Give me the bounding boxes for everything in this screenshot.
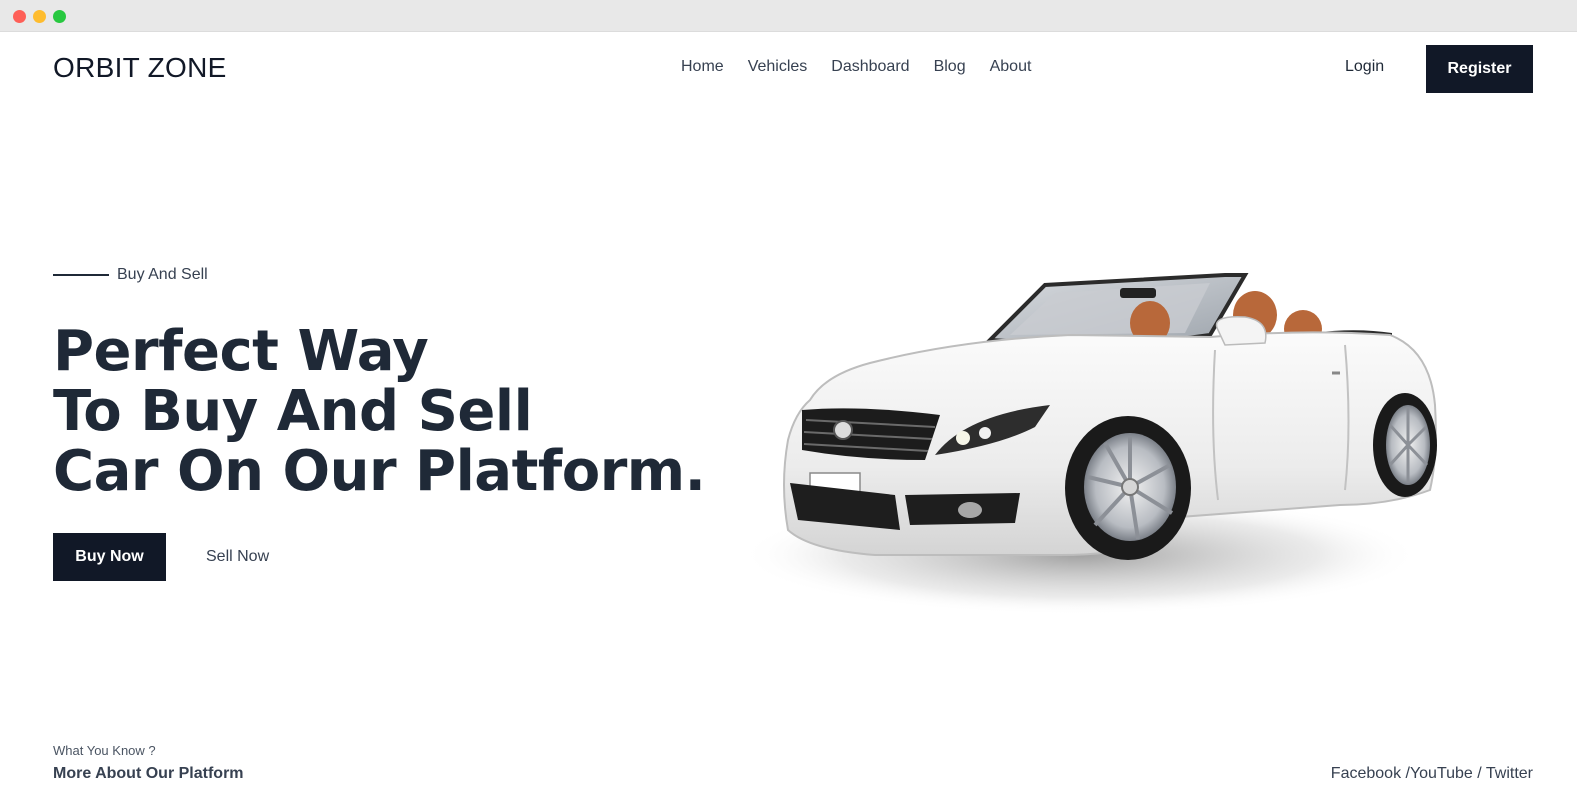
front-grille bbox=[802, 408, 940, 460]
minimize-window-icon[interactable] bbox=[33, 10, 46, 23]
nav-vehicles[interactable]: Vehicles bbox=[748, 58, 808, 76]
youtube-link[interactable]: YouTube bbox=[1410, 765, 1473, 782]
social-links: Facebook /YouTube / Twitter bbox=[1330, 765, 1533, 782]
car-emblem bbox=[833, 420, 853, 440]
login-link[interactable]: Login bbox=[1345, 58, 1384, 76]
sell-now-link[interactable]: Sell Now bbox=[206, 548, 269, 566]
rear-wheel bbox=[1373, 393, 1437, 497]
front-wheel bbox=[1065, 416, 1191, 560]
nav-dashboard[interactable]: Dashboard bbox=[831, 58, 909, 76]
browser-titlebar bbox=[0, 0, 1577, 32]
headline-line-1: Perfect Way bbox=[53, 319, 429, 384]
register-button[interactable]: Register bbox=[1426, 45, 1533, 93]
nav-blog[interactable]: Blog bbox=[934, 58, 966, 76]
headline-line-2: To Buy And Sell bbox=[53, 379, 533, 444]
twitter-link[interactable]: Twitter bbox=[1486, 765, 1533, 782]
hero-headline: Perfect Way To Buy And Sell Car On Our P… bbox=[53, 319, 706, 504]
eyebrow-divider bbox=[53, 274, 109, 276]
eyebrow-text: Buy And Sell bbox=[117, 266, 208, 283]
car-illustration bbox=[740, 273, 1437, 615]
more-about-link[interactable]: More About Our Platform bbox=[53, 765, 244, 783]
facebook-link[interactable]: Facebook bbox=[1331, 765, 1401, 782]
main-nav: Home Vehicles Dashboard Blog About bbox=[681, 58, 1055, 76]
footer-question: What You Know ? bbox=[53, 743, 156, 758]
nav-home[interactable]: Home bbox=[681, 58, 724, 76]
maximize-window-icon[interactable] bbox=[53, 10, 66, 23]
nav-about[interactable]: About bbox=[990, 58, 1032, 76]
buy-now-button[interactable]: Buy Now bbox=[53, 533, 166, 581]
headline-line-3: Car On Our Platform. bbox=[53, 439, 706, 504]
site-logo[interactable]: ORBIT ZONE bbox=[53, 52, 227, 84]
hero-eyebrow: Buy And Sell bbox=[53, 266, 208, 284]
close-window-icon[interactable] bbox=[13, 10, 26, 23]
